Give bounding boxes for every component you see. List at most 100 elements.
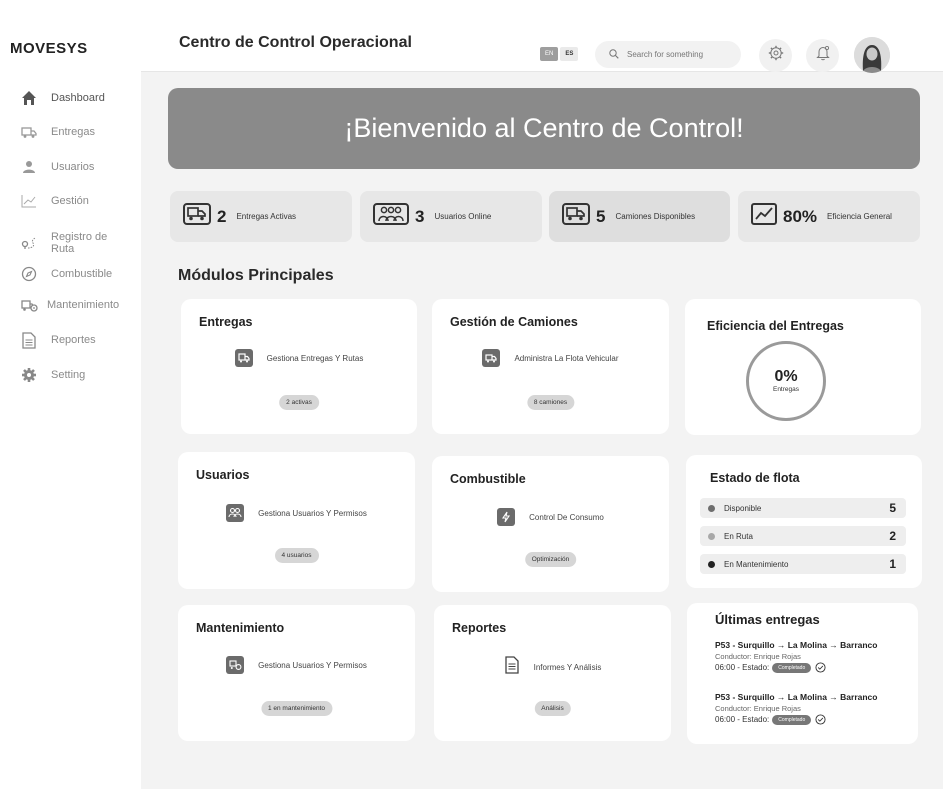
module-card-entregas[interactable]: Entregas Gestiona Entregas Y Rutas 2 act… bbox=[181, 299, 417, 434]
card-badge[interactable]: 2 activas bbox=[279, 395, 319, 410]
fleet-label: En Ruta bbox=[724, 531, 753, 541]
notifications-button[interactable] bbox=[806, 39, 839, 72]
card-description: Control De Consumo bbox=[529, 512, 604, 522]
top-header: Centro de Control Operacional EN ES bbox=[141, 0, 943, 73]
section-title: Módulos Principales bbox=[178, 267, 334, 284]
sidebar-item-label: Entregas bbox=[51, 126, 96, 138]
fleet-status-card: Estado de flota Disponible 5 En Ruta 2 E… bbox=[686, 455, 922, 588]
stat-label: Camiones Disponibles bbox=[615, 212, 696, 221]
card-title: Combustible bbox=[450, 472, 526, 486]
fleet-label: En Mantenimiento bbox=[724, 559, 789, 569]
search-input[interactable] bbox=[627, 50, 737, 59]
delivery-item[interactable]: P53 - Surquillo → La Molina → Barranco C… bbox=[715, 692, 877, 725]
sidebar: MOVESYS Dashboard Entregas Usuarios Gest… bbox=[0, 0, 141, 789]
avatar[interactable] bbox=[854, 37, 890, 73]
search-box[interactable] bbox=[595, 41, 741, 68]
sidebar-item-combustible[interactable]: Combustible bbox=[20, 262, 112, 286]
sidebar-item-reportes[interactable]: Reportes bbox=[20, 328, 96, 352]
document-icon bbox=[20, 331, 38, 349]
status-dot bbox=[708, 560, 715, 568]
module-card-camiones[interactable]: Gestión de Camiones Administra La Flota … bbox=[432, 299, 669, 434]
delivery-status-line: 06:00 - Estado: Completado bbox=[715, 662, 877, 673]
sidebar-item-label: Combustible bbox=[51, 268, 113, 280]
stat-label: Eficiencia General bbox=[827, 212, 892, 221]
card-row: Gestiona Usuarios Y Permisos bbox=[178, 504, 415, 522]
fleet-label: Disponible bbox=[724, 503, 762, 513]
gear-icon bbox=[20, 366, 38, 384]
sidebar-item-registro-ruta[interactable]: Registro de Ruta bbox=[20, 228, 111, 258]
sidebar-item-label: Registro de Ruta bbox=[51, 231, 108, 255]
latest-deliveries-card: Últimas entregas P53 - Surquillo → La Mo… bbox=[687, 603, 918, 744]
fleet-row-en-ruta[interactable]: En Ruta 2 bbox=[700, 526, 906, 546]
sidebar-item-label: Usuarios bbox=[51, 161, 95, 173]
module-card-mantenimiento[interactable]: Mantenimiento Gestiona Usuarios Y Permis… bbox=[178, 605, 415, 741]
sidebar-item-label: Gestión bbox=[51, 195, 89, 207]
sidebar-item-entregas[interactable]: Entregas bbox=[20, 120, 95, 144]
card-badge[interactable]: Análisis bbox=[534, 701, 571, 716]
truck-gear-icon bbox=[20, 296, 38, 314]
truck-icon bbox=[20, 123, 38, 141]
delivery-status-line: 06:00 - Estado: Completado bbox=[715, 714, 877, 725]
stat-usuarios-online[interactable]: 3 Usuarios Online bbox=[360, 191, 542, 242]
delivery-time: 06:00 - Estado: bbox=[715, 715, 770, 724]
card-badge[interactable]: Optimización bbox=[524, 552, 577, 567]
sidebar-item-dashboard[interactable]: Dashboard bbox=[20, 86, 105, 110]
sidebar-item-mantenimiento[interactable]: Mantenimiento bbox=[20, 293, 119, 317]
card-row: Informes Y Análisis bbox=[434, 656, 671, 679]
sidebar-item-setting[interactable]: Setting bbox=[20, 363, 85, 387]
welcome-text: ¡Bienvenido al Centro de Control! bbox=[344, 113, 744, 143]
card-badge[interactable]: 1 en mantenimiento bbox=[260, 701, 333, 716]
delivery-time: 06:00 - Estado: bbox=[715, 663, 770, 672]
bell-icon bbox=[815, 45, 830, 66]
card-row: Control De Consumo bbox=[432, 508, 669, 526]
status-dot bbox=[708, 504, 715, 512]
truck-icon bbox=[482, 349, 501, 367]
card-badge[interactable]: 4 usuarios bbox=[274, 548, 319, 563]
status-dot bbox=[708, 532, 715, 540]
card-title: Reportes bbox=[452, 621, 507, 635]
card-row: Gestiona Usuarios Y Permisos bbox=[178, 656, 415, 674]
module-card-usuarios[interactable]: Usuarios Gestiona Usuarios Y Permisos 4 … bbox=[178, 452, 415, 589]
stat-value: 3 bbox=[415, 206, 425, 226]
stat-label: Usuarios Online bbox=[434, 212, 492, 221]
stat-eficiencia-general[interactable]: 80% Eficiencia General bbox=[738, 191, 920, 242]
users-group-icon bbox=[373, 202, 409, 231]
delivery-route: P53 - Surquillo → La Molina → Barranco bbox=[715, 692, 878, 702]
sidebar-item-gestion[interactable]: Gestión bbox=[20, 189, 89, 213]
sidebar-item-usuarios[interactable]: Usuarios bbox=[20, 155, 94, 179]
chart-line-icon bbox=[751, 202, 777, 231]
truck-icon bbox=[234, 349, 253, 367]
welcome-banner: ¡Bienvenido al Centro de Control! bbox=[168, 88, 920, 169]
status-badge: Completado bbox=[772, 714, 812, 725]
card-title: Mantenimiento bbox=[196, 621, 285, 635]
status-badge: Completado bbox=[772, 662, 812, 673]
check-circle-icon bbox=[815, 714, 826, 725]
card-badge[interactable]: 8 camiones bbox=[526, 395, 575, 410]
card-description: Gestiona Usuarios Y Permisos bbox=[258, 660, 367, 670]
efficiency-progress-ring: 0% Entregas bbox=[746, 341, 826, 421]
stat-value: 80% bbox=[783, 206, 818, 226]
truck-icon bbox=[183, 202, 211, 231]
route-icon bbox=[20, 234, 38, 252]
stat-camiones-disponibles[interactable]: 5 Camiones Disponibles bbox=[549, 191, 730, 242]
document-icon bbox=[504, 656, 520, 679]
fleet-count: 2 bbox=[889, 529, 896, 543]
fleet-row-disponible[interactable]: Disponible 5 bbox=[700, 498, 906, 518]
stat-entregas-activas[interactable]: 2 Entregas Activas bbox=[170, 191, 352, 242]
module-card-reportes[interactable]: Reportes Informes Y Análisis Análisis bbox=[434, 605, 671, 741]
fleet-row-mantenimiento[interactable]: En Mantenimiento 1 bbox=[700, 554, 906, 574]
sidebar-item-label: Mantenimiento bbox=[47, 299, 120, 311]
settings-button[interactable] bbox=[759, 39, 792, 72]
lang-en-button[interactable]: EN bbox=[540, 47, 559, 61]
card-title: Usuarios bbox=[196, 468, 250, 482]
card-title: Eficiencia del Entregas bbox=[707, 319, 844, 333]
page-title: Centro de Control Operacional bbox=[179, 34, 412, 51]
app-logo[interactable]: MOVESYS bbox=[10, 40, 88, 57]
compass-icon bbox=[20, 265, 38, 283]
delivery-item[interactable]: P53 - Surquillo → La Molina → Barranco C… bbox=[715, 640, 877, 673]
module-card-combustible[interactable]: Combustible Control De Consumo Optimizac… bbox=[432, 456, 669, 592]
search-icon bbox=[609, 46, 619, 64]
fleet-count: 5 bbox=[889, 501, 896, 515]
lang-es-button[interactable]: ES bbox=[560, 47, 579, 61]
language-switcher: EN ES bbox=[540, 47, 579, 61]
